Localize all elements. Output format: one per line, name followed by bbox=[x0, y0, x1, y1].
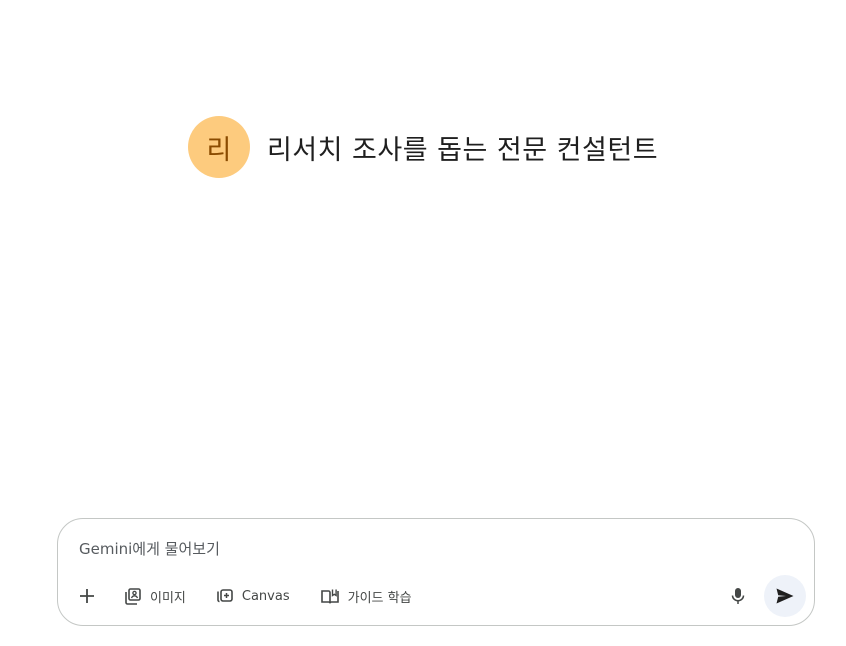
prompt-composer: Gemini에게 물어보기 이미지 Canvas 가이드 학습 bbox=[57, 518, 815, 626]
microphone-button[interactable] bbox=[722, 580, 754, 612]
prompt-input[interactable]: Gemini에게 물어보기 bbox=[79, 538, 220, 559]
send-icon bbox=[776, 588, 794, 604]
canvas-tool-label: Canvas bbox=[241, 588, 290, 604]
avatar-letter: 리 bbox=[206, 134, 232, 166]
guided-learning-label: 가이드 학습 bbox=[347, 590, 412, 606]
page-title: 리서치 조사를 돕는 전문 컨설턴트 bbox=[266, 134, 659, 166]
composer-toolbar: 이미지 Canvas 가이드 학습 bbox=[72, 575, 806, 617]
canvas-icon bbox=[217, 589, 233, 603]
plus-icon bbox=[80, 589, 94, 603]
book-icon bbox=[320, 589, 339, 604]
image-icon bbox=[125, 588, 141, 605]
canvas-tool-button[interactable]: Canvas bbox=[208, 580, 298, 612]
add-button[interactable] bbox=[72, 581, 102, 611]
page: 리 리서치 조사를 돕는 전문 컨설턴트 Gemini에게 물어보기 이미지 C… bbox=[0, 0, 846, 646]
microphone-icon bbox=[731, 588, 745, 604]
send-button[interactable] bbox=[764, 575, 806, 617]
gem-header: 리 리서치 조사를 돕는 전문 컨설턴트 bbox=[0, 116, 846, 178]
avatar: 리 bbox=[187, 116, 250, 178]
image-tool-label: 이미지 bbox=[150, 590, 186, 606]
image-tool-button[interactable]: 이미지 bbox=[116, 580, 194, 612]
guided-learning-button[interactable]: 가이드 학습 bbox=[312, 580, 420, 612]
